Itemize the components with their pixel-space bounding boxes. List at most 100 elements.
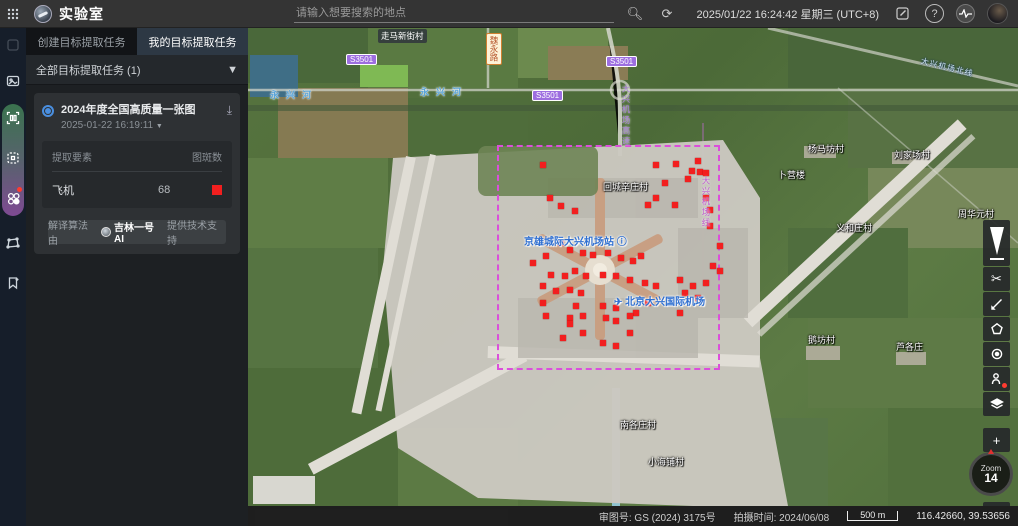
aircraft-detection-box[interactable]: [703, 280, 709, 286]
activity-icon[interactable]: [956, 4, 975, 23]
aircraft-detection-box[interactable]: [613, 343, 619, 349]
help-icon[interactable]: ?: [925, 4, 944, 23]
aircraft-detection-box[interactable]: [627, 313, 633, 319]
aircraft-detection-box[interactable]: [572, 208, 578, 214]
bookmark-add-icon[interactable]: [0, 270, 26, 296]
aircraft-detection-box[interactable]: [717, 243, 723, 249]
aircraft-detection-box[interactable]: [677, 310, 683, 316]
aircraft-detection-box[interactable]: [600, 340, 606, 346]
tab-create-task[interactable]: 创建目标提取任务: [26, 28, 137, 55]
refresh-icon[interactable]: ⟳: [656, 3, 678, 25]
map-label: 刘家场村: [894, 148, 930, 161]
aircraft-detection-box[interactable]: [540, 162, 546, 168]
aircraft-detection-box[interactable]: [590, 252, 596, 258]
aircraft-detection-box[interactable]: [633, 310, 639, 316]
feature-name: 飞机: [52, 182, 158, 198]
aircraft-detection-box[interactable]: [540, 300, 546, 306]
aircraft-detection-box[interactable]: [673, 161, 679, 167]
avatar[interactable]: [987, 3, 1008, 24]
area-select-icon[interactable]: [0, 145, 26, 171]
aircraft-detection-box[interactable]: [653, 195, 659, 201]
aircraft-detection-box[interactable]: [573, 303, 579, 309]
task-filter-dropdown[interactable]: 全部目标提取任务 (1) ▼: [26, 55, 248, 85]
feature-count: 68: [158, 184, 198, 196]
aircraft-detection-box[interactable]: [630, 258, 636, 264]
share-position-icon[interactable]: [983, 367, 1010, 391]
aircraft-detection-box[interactable]: [642, 280, 648, 286]
aircraft-detection-box[interactable]: [600, 303, 606, 309]
aircraft-detection-box[interactable]: [685, 176, 691, 182]
detect-icon[interactable]: [0, 185, 26, 211]
aircraft-detection-box[interactable]: [695, 158, 701, 164]
aircraft-detection-box[interactable]: [567, 287, 573, 293]
app-logo[interactable]: 实验室: [34, 4, 104, 24]
zoom-dial[interactable]: Zoom 14: [969, 452, 1013, 496]
aircraft-detection-box[interactable]: [645, 202, 651, 208]
search-input[interactable]: [294, 4, 614, 23]
aircraft-detection-box[interactable]: [627, 277, 633, 283]
aircraft-detection-box[interactable]: [583, 273, 589, 279]
aircraft-detection-box[interactable]: [662, 180, 668, 186]
panel-tabs: 创建目标提取任务 我的目标提取任务: [26, 28, 248, 55]
task-card[interactable]: 2024年度全国高质量一张图 2025-01-22 16:19:11 ▼ ⤓ 提…: [34, 93, 240, 254]
aircraft-detection-box[interactable]: [613, 318, 619, 324]
aircraft-detection-box[interactable]: [613, 273, 619, 279]
aircraft-detection-box[interactable]: [530, 260, 536, 266]
chevron-down-icon[interactable]: ▼: [156, 123, 163, 130]
aircraft-detection-box[interactable]: [689, 168, 695, 174]
aircraft-detection-box[interactable]: [690, 283, 696, 289]
apps-grid-icon[interactable]: [0, 0, 26, 28]
aircraft-detection-box[interactable]: [547, 195, 553, 201]
aircraft-detection-box[interactable]: [560, 335, 566, 341]
aircraft-detection-box[interactable]: [558, 203, 564, 209]
aircraft-detection-box[interactable]: [580, 250, 586, 256]
aircraft-detection-box[interactable]: [603, 315, 609, 321]
aircraft-detection-box[interactable]: [580, 330, 586, 336]
map-label: 大兴机场高速: [620, 84, 632, 147]
aircraft-detection-box[interactable]: [717, 268, 723, 274]
aircraft-detection-box[interactable]: [580, 313, 586, 319]
aircraft-detection-box[interactable]: [543, 253, 549, 259]
aircraft-detection-box[interactable]: [572, 268, 578, 274]
aircraft-detection-box[interactable]: [653, 283, 659, 289]
status-bar: 审图号: GS (2024) 3175号 拍摄时间: 2024/06/08 50…: [248, 506, 1018, 526]
download-icon[interactable]: ⤓: [227, 103, 232, 131]
credit-prefix: 解译算法由: [48, 217, 97, 247]
satellite-map[interactable]: 走马新街村魏永路S3501S3501S3501永兴河永兴河大兴机场北线大兴机场高…: [248, 28, 1018, 506]
measure-icon[interactable]: [983, 292, 1010, 316]
swipe-compare-icon[interactable]: [983, 220, 1010, 266]
algorithm-credit[interactable]: 解译算法由 吉林一号AI 提供技术支持: [48, 220, 226, 244]
target-extract-icon[interactable]: [0, 105, 26, 131]
credit-suffix: 提供技术支持: [167, 217, 226, 247]
aircraft-detection-box[interactable]: [605, 250, 611, 256]
aircraft-detection-box[interactable]: [578, 290, 584, 296]
map-label: 永兴河: [420, 85, 468, 98]
aircraft-detection-box[interactable]: [677, 277, 683, 283]
scissors-icon[interactable]: ✂: [983, 267, 1010, 291]
window-icon[interactable]: [0, 32, 26, 58]
aircraft-detection-box[interactable]: [553, 288, 559, 294]
aircraft-detection-box[interactable]: [562, 273, 568, 279]
task-radio[interactable]: [42, 105, 54, 117]
note-icon[interactable]: [891, 3, 913, 25]
aircraft-detection-box[interactable]: [600, 272, 606, 278]
aircraft-detection-box[interactable]: [672, 202, 678, 208]
tab-my-tasks[interactable]: 我的目标提取任务: [137, 28, 248, 55]
aircraft-detection-box[interactable]: [548, 272, 554, 278]
aircraft-detection-box[interactable]: [540, 283, 546, 289]
aircraft-detection-box[interactable]: [567, 321, 573, 327]
aircraft-detection-box[interactable]: [638, 253, 644, 259]
gallery-icon[interactable]: [0, 68, 26, 94]
aircraft-detection-box[interactable]: [710, 263, 716, 269]
aircraft-detection-box[interactable]: [627, 330, 633, 336]
table-row[interactable]: 飞机 68: [52, 182, 222, 198]
search-icon[interactable]: 🔍︎: [624, 3, 646, 25]
polygon-icon[interactable]: [983, 317, 1010, 341]
aircraft-detection-box[interactable]: [653, 162, 659, 168]
aircraft-detection-box[interactable]: [618, 255, 624, 261]
map-label: 大兴机场线: [700, 176, 712, 229]
polygon-draw-icon[interactable]: [0, 230, 26, 256]
layers-icon[interactable]: [983, 392, 1010, 416]
locate-icon[interactable]: [983, 342, 1010, 366]
aircraft-detection-box[interactable]: [543, 313, 549, 319]
